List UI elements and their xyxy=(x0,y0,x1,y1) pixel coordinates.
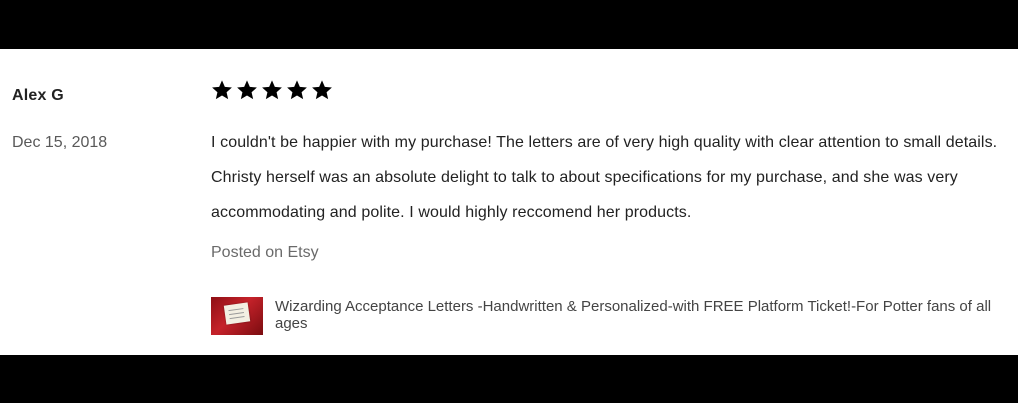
review-card: Alex G Dec 15, 2018 I couldn't be happie… xyxy=(0,49,1018,355)
product-title[interactable]: Wizarding Acceptance Letters -Handwritte… xyxy=(275,298,1010,332)
review-text: I couldn't be happier with my purchase! … xyxy=(211,134,998,221)
review-date: Dec 15, 2018 xyxy=(12,134,108,151)
star-icon xyxy=(286,79,308,101)
bottom-frame-bar xyxy=(0,355,1018,403)
star-icon xyxy=(236,79,258,101)
product-thumbnail[interactable] xyxy=(211,297,263,335)
star-icon xyxy=(261,79,283,101)
letter-image xyxy=(223,302,251,325)
top-frame-bar xyxy=(0,0,1018,49)
star-icon xyxy=(311,79,333,101)
star-rating xyxy=(211,79,333,103)
product-link[interactable]: Wizarding Acceptance Letters -Handwritte… xyxy=(211,297,1011,337)
reviewer-name[interactable]: Alex G xyxy=(12,87,64,105)
star-icon xyxy=(211,79,233,101)
posted-on-label: Posted on Etsy xyxy=(211,244,319,261)
